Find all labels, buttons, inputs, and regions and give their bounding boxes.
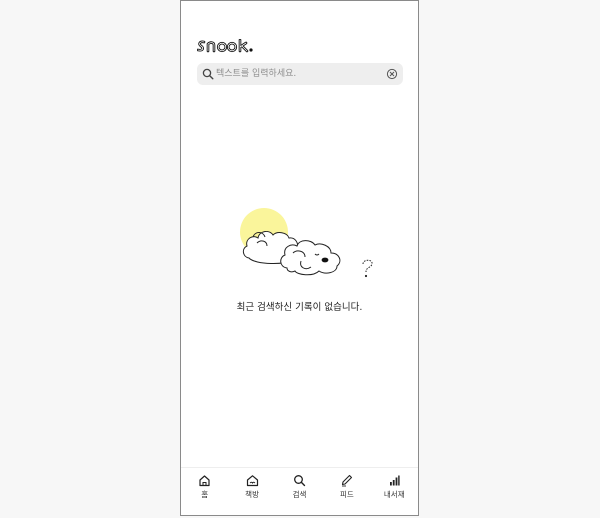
tab-label: 검색 xyxy=(292,490,307,499)
pen-icon xyxy=(342,474,353,487)
search-bar[interactable] xyxy=(197,63,403,85)
search-icon xyxy=(294,475,306,487)
bookstore-icon xyxy=(246,475,258,487)
library-icon xyxy=(389,475,400,486)
empty-state-message: 최근 검색하신 기록이 없습니다. xyxy=(236,302,363,313)
home-icon xyxy=(199,475,210,487)
tab-label: 홈 xyxy=(201,490,209,499)
tab-label: 책방 xyxy=(245,490,259,499)
tab-bookstore[interactable]: 책방 xyxy=(232,468,272,508)
search-icon xyxy=(202,68,214,80)
sleeping-dog-illustration xyxy=(240,208,373,278)
tab-home[interactable]: 홈 xyxy=(185,468,225,508)
app-logo xyxy=(197,39,253,53)
tab-feed[interactable]: 피드 xyxy=(327,468,367,508)
app-screen: 최근 검색하신 기록이 없습니다. 홈 책방 검색 xyxy=(180,0,419,516)
tab-search[interactable]: 검색 xyxy=(279,468,319,508)
search-input[interactable] xyxy=(216,63,381,85)
bottom-tab-bar: 홈 책방 검색 피드 내서재 xyxy=(181,467,418,508)
tab-label: 피드 xyxy=(339,490,354,499)
tab-library[interactable]: 내서재 xyxy=(374,468,414,508)
tab-label: 내서재 xyxy=(383,490,405,499)
clear-icon[interactable] xyxy=(386,68,398,80)
